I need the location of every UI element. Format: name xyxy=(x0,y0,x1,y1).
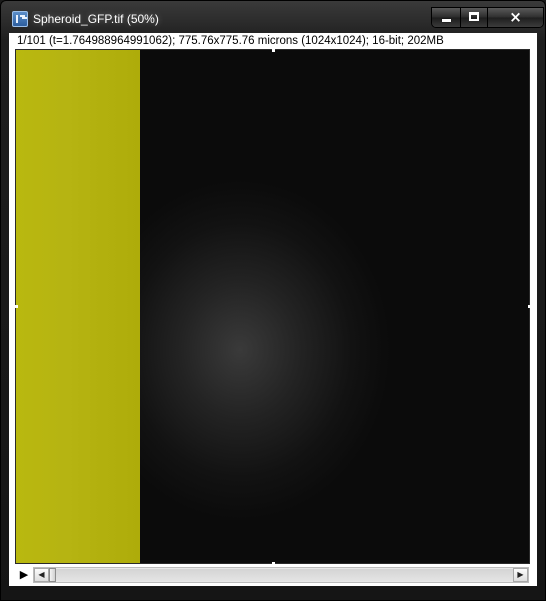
resize-handle-top[interactable] xyxy=(272,49,275,52)
resize-handle-bottom[interactable] xyxy=(272,562,275,565)
slice-scrollbar[interactable]: ◀ ▶ xyxy=(33,567,529,583)
close-icon: × xyxy=(509,8,522,26)
scroll-thumb[interactable] xyxy=(49,568,56,582)
window-title: Spheroid_GFP.tif (50%) xyxy=(33,12,159,26)
play-animation-button[interactable]: ▶ xyxy=(17,568,31,582)
image-canvas[interactable] xyxy=(15,49,530,564)
window-client-area: ▶ ◀ ▶ xyxy=(9,49,537,586)
scroll-right-button[interactable]: ▶ xyxy=(513,568,528,582)
spheroid-glow xyxy=(140,50,529,563)
image-window: Spheroid_GFP.tif (50%) × 1/101 (t=1.7649… xyxy=(0,0,546,601)
yellow-overlay-region xyxy=(16,50,140,563)
minimize-button[interactable] xyxy=(432,8,461,27)
maximize-icon xyxy=(461,8,487,27)
resize-handle-left[interactable] xyxy=(15,305,18,308)
scroll-left-button[interactable]: ◀ xyxy=(34,568,49,582)
stack-slider-row: ▶ ◀ ▶ xyxy=(9,567,537,584)
image-info-text: 1/101 (t=1.764988964991062); 775.76x775.… xyxy=(17,35,444,47)
image-info-bar: 1/101 (t=1.764988964991062); 775.76x775.… xyxy=(9,33,537,49)
close-button[interactable]: × xyxy=(488,8,543,27)
title-bar[interactable]: Spheroid_GFP.tif (50%) × xyxy=(1,1,545,33)
imagej-icon[interactable] xyxy=(12,11,28,27)
scroll-track[interactable] xyxy=(56,569,513,581)
resize-handle-right[interactable] xyxy=(528,305,531,308)
caption-buttons: × xyxy=(431,7,544,28)
maximize-button[interactable] xyxy=(461,8,488,27)
minimize-icon xyxy=(432,8,460,27)
